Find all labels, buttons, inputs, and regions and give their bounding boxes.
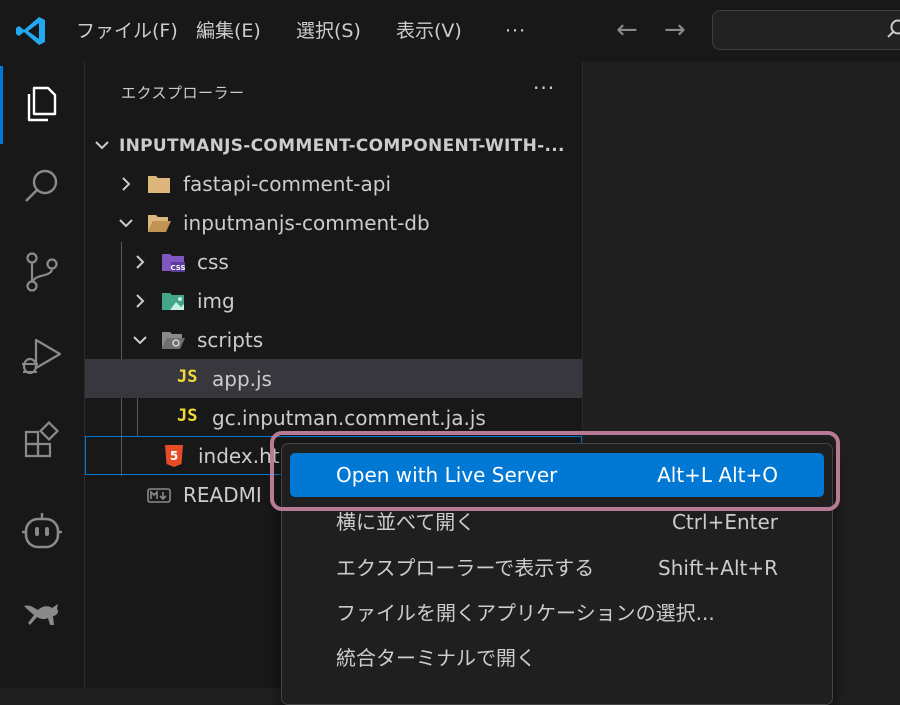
active-indicator [0, 66, 3, 144]
explorer-icon[interactable] [20, 82, 64, 126]
run-debug-icon[interactable] [20, 334, 64, 378]
image-folder-icon [161, 290, 185, 312]
html5-file-icon: 5 [162, 445, 186, 467]
tree-item-gc-inputman-comment-ja-js[interactable]: JS gc.inputman.comment.ja.js [85, 398, 582, 437]
source-control-icon[interactable] [20, 250, 64, 294]
tree-root-label: INPUTMANJS-COMMENT-COMPONENT-WITH-... [119, 134, 565, 158]
menu-item-label: Open with Live Server [336, 462, 557, 488]
menu-view[interactable]: 表示(V) [396, 18, 462, 44]
tree-item-label: index.ht [198, 444, 280, 468]
menu-overflow-button[interactable]: ··· [505, 18, 526, 44]
chevron-down-icon [117, 214, 135, 232]
tree-item-label: inputmanjs-comment-db [183, 211, 430, 235]
scripts-folder-icon [161, 329, 185, 351]
tree-item-fastapi-comment-api[interactable]: fastapi-comment-api [85, 164, 582, 203]
chevron-right-icon [131, 253, 149, 271]
menu-file[interactable]: ファイル(F) [76, 18, 178, 44]
menu-item-label: 統合ターミナルで開く [336, 645, 536, 671]
svg-text:CSS: CSS [170, 264, 185, 272]
search-icon[interactable] [20, 164, 64, 208]
tree-item-label: gc.inputman.comment.ja.js [212, 406, 486, 430]
context-menu: Open with Live Server Alt+L Alt+O 横に並べて開… [281, 443, 833, 705]
menu-selection[interactable]: 選択(S) [296, 18, 361, 44]
menu-item-label: 横に並べて開く [336, 509, 475, 535]
folder-open-icon [147, 212, 171, 234]
tree-item-label: img [197, 289, 235, 313]
tree-item-css[interactable]: CSS css [85, 242, 582, 281]
menu-item-open-to-side[interactable]: 横に並べて開く Ctrl+Enter [290, 500, 824, 544]
kangaroo-icon[interactable] [20, 592, 64, 636]
back-arrow-icon[interactable]: ← [616, 16, 638, 44]
css-folder-icon: CSS [161, 251, 185, 273]
menu-item-reveal-in-explorer[interactable]: エクスプローラーで表示する Shift+Alt+R [290, 546, 824, 590]
menu-item-shortcut: Shift+Alt+R [658, 555, 778, 581]
sidebar-title: エクスプローラー [121, 82, 245, 103]
tree-item-inputmanjs-comment-db[interactable]: inputmanjs-comment-db [85, 203, 582, 242]
menu-item-label: エクスプローラーで表示する [336, 555, 594, 581]
folder-icon [147, 173, 171, 195]
js-file-icon: JS [177, 367, 197, 387]
menu-edit[interactable]: 編集(E) [196, 18, 261, 44]
tree-item-app-js[interactable]: JS app.js [85, 359, 582, 398]
menu-item-shortcut: Ctrl+Enter [672, 509, 778, 535]
tree-item-label: READMI [183, 483, 262, 507]
markdown-file-icon [147, 484, 171, 506]
chevron-down-icon [131, 331, 149, 349]
activity-bar [0, 62, 85, 688]
menu-item-open-in-terminal[interactable]: 統合ターミナルで開く [290, 636, 824, 680]
tree-item-scripts[interactable]: scripts [85, 320, 582, 359]
copilot-icon[interactable] [20, 510, 64, 554]
tree-item-label: css [197, 250, 229, 274]
tree-root[interactable]: INPUTMANJS-COMMENT-COMPONENT-WITH-... [85, 125, 582, 164]
title-bar: ファイル(F) 編集(E) 選択(S) 表示(V) ··· ← → [0, 0, 900, 63]
js-file-icon: JS [177, 406, 197, 426]
menu-item-open-with[interactable]: ファイルを開くアプリケーションの選択... [290, 591, 824, 635]
chevron-down-icon [93, 136, 111, 154]
extensions-icon[interactable] [20, 420, 64, 464]
menu-item-open-with-live-server[interactable]: Open with Live Server Alt+L Alt+O [290, 453, 824, 497]
tree-item-img[interactable]: img [85, 281, 582, 320]
menu-item-shortcut: Alt+L Alt+O [657, 462, 778, 488]
tree-item-label: fastapi-comment-api [183, 172, 391, 196]
svg-text:5: 5 [170, 449, 178, 463]
tree-item-label: scripts [197, 328, 263, 352]
tree-item-label: app.js [212, 367, 272, 391]
forward-arrow-icon[interactable]: → [664, 16, 686, 44]
chevron-right-icon [117, 175, 135, 193]
sidebar-more-button[interactable]: ··· [533, 76, 555, 100]
command-center-search[interactable] [712, 10, 900, 50]
search-icon [885, 17, 900, 41]
vscode-logo-icon[interactable] [14, 14, 48, 48]
menu-item-label: ファイルを開くアプリケーションの選択... [336, 600, 715, 626]
chevron-right-icon [131, 292, 149, 310]
